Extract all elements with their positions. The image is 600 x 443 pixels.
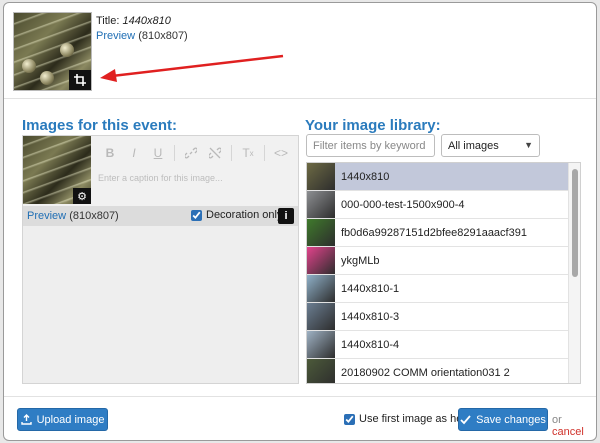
- library-item[interactable]: 1440x810-3: [307, 303, 569, 331]
- modal-header: Title: 1440x810 Preview (810x807): [4, 3, 596, 99]
- library-item[interactable]: fb0d6a99287151d2bfee8291aaacf391: [307, 219, 569, 247]
- library-scrollbar[interactable]: [568, 163, 580, 383]
- toolbar-divider: [264, 145, 265, 161]
- preview-link[interactable]: Preview: [96, 30, 135, 42]
- use-first-as-hero-checkbox[interactable]: [344, 413, 355, 425]
- toolbar-divider: [231, 145, 232, 161]
- library-scroll-thumb[interactable]: [572, 169, 578, 277]
- italic-button[interactable]: I: [122, 144, 146, 162]
- code-button[interactable]: <>: [269, 144, 293, 162]
- link-icon[interactable]: [179, 144, 203, 162]
- library-item-label: fb0d6a99287151d2bfee8291aaacf391: [341, 226, 527, 239]
- event-preview: Preview (810x807): [27, 210, 119, 222]
- decoration-only-checkbox[interactable]: [191, 209, 202, 221]
- library-item-thumbnail: [307, 303, 335, 330]
- library-item-thumbnail: [307, 247, 335, 274]
- chevron-down-icon: ▼: [524, 140, 533, 150]
- upload-image-button[interactable]: Upload image: [17, 408, 108, 431]
- library-type-select[interactable]: All images ▼: [441, 134, 540, 157]
- cancel-link[interactable]: cancel: [552, 426, 584, 438]
- image-library-list: 1440x810 000-000-test-1500x900-4 fb0d6a992…: [306, 162, 581, 384]
- library-item-label: 000-000-test-1500x900-4: [341, 198, 465, 211]
- library-item-label: 1440x810-3: [341, 310, 400, 323]
- library-item-thumbnail: [307, 163, 335, 190]
- library-item[interactable]: 1440x810-4: [307, 331, 569, 359]
- event-image-thumbnail[interactable]: ⚙: [23, 136, 91, 204]
- library-item-thumbnail: [307, 359, 335, 383]
- clear-format-button[interactable]: Tx: [236, 144, 260, 162]
- image-title: Title: 1440x810: [96, 15, 171, 27]
- caption-input[interactable]: [98, 169, 293, 187]
- toolbar-divider: [174, 145, 175, 161]
- library-item[interactable]: 1440x810-1: [307, 275, 569, 303]
- library-item[interactable]: 20180902 COMM orientation031 2: [307, 359, 569, 383]
- image-title-value: 1440x810: [122, 15, 171, 27]
- library-item-label: 1440x810-4: [341, 338, 400, 351]
- image-library-heading: Your image library:: [305, 117, 441, 134]
- or-cancel: or cancel: [552, 414, 584, 438]
- library-item[interactable]: ykgMLb: [307, 247, 569, 275]
- unlink-icon[interactable]: [203, 144, 227, 162]
- library-item-label: 1440x810: [341, 170, 390, 183]
- caption-toolbar: B I U Tx <>: [98, 144, 293, 162]
- bold-button[interactable]: B: [98, 144, 122, 162]
- crop-icon[interactable]: [69, 70, 91, 90]
- preview-size: (810x807): [138, 30, 188, 42]
- library-item-thumbnail: [307, 275, 335, 302]
- library-item[interactable]: 000-000-test-1500x900-4: [307, 191, 569, 219]
- library-filter-input[interactable]: [306, 134, 435, 157]
- check-icon: [460, 414, 471, 424]
- underline-button[interactable]: U: [146, 144, 170, 162]
- image-manager-modal: Title: 1440x810 Preview (810x807) Images…: [3, 2, 597, 441]
- event-images-panel: ⚙ B I U Tx <> Enter a caption for this i…: [22, 135, 299, 384]
- info-icon[interactable]: i: [278, 208, 294, 224]
- library-item[interactable]: 1440x810: [307, 163, 569, 191]
- header-preview: Preview (810x807): [96, 30, 188, 42]
- decoration-only-toggle[interactable]: Decoration only: [191, 209, 282, 221]
- event-images-heading: Images for this event:: [22, 117, 178, 134]
- current-image-thumbnail[interactable]: [13, 12, 92, 91]
- modal-footer: Upload image Use first image as hero Sav…: [4, 396, 596, 440]
- library-type-value: All images: [448, 139, 499, 152]
- event-image-meta: Preview (810x807) Decoration only i: [23, 206, 298, 226]
- library-item-thumbnail: [307, 191, 335, 218]
- event-preview-link[interactable]: Preview: [27, 210, 66, 222]
- save-changes-button[interactable]: Save changes: [458, 408, 548, 431]
- library-item-label: 1440x810-1: [341, 282, 400, 295]
- red-arrow-annotation: [100, 54, 284, 82]
- library-item-label: ykgMLb: [341, 254, 380, 267]
- gear-icon[interactable]: ⚙: [73, 188, 91, 204]
- library-item-thumbnail: [307, 331, 335, 358]
- use-first-as-hero-toggle[interactable]: Use first image as hero: [344, 413, 472, 425]
- library-items: 1440x810 000-000-test-1500x900-4 fb0d6a992…: [307, 163, 569, 383]
- use-first-as-hero-label: Use first image as hero: [359, 413, 473, 425]
- library-item-thumbnail: [307, 219, 335, 246]
- decoration-only-label: Decoration only: [206, 209, 283, 221]
- event-preview-size: (810x807): [69, 210, 119, 222]
- upload-icon: [20, 414, 32, 425]
- library-item-label: 20180902 COMM orientation031 2: [341, 366, 510, 379]
- event-image-row: ⚙ B I U Tx <>: [23, 136, 298, 206]
